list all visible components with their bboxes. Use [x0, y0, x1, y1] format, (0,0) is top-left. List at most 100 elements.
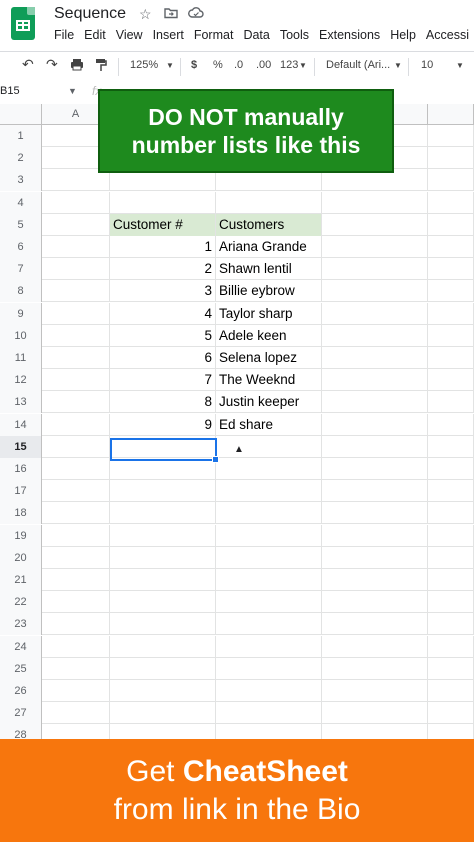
star-icon[interactable]: ☆	[139, 6, 152, 23]
decrease-decimal-button[interactable]: .0	[234, 59, 243, 71]
table-cell[interactable]	[216, 591, 322, 614]
table-cell[interactable]	[428, 236, 474, 258]
row-number[interactable]: 23	[0, 613, 42, 636]
row-number[interactable]: 18	[0, 502, 42, 525]
customer-name-cell[interactable]: Ed share	[216, 413, 322, 436]
table-cell[interactable]	[110, 524, 216, 547]
table-cell[interactable]	[110, 458, 216, 480]
row-number[interactable]: 2	[0, 147, 42, 170]
column-header[interactable]	[428, 104, 474, 125]
table-cell[interactable]	[428, 369, 474, 392]
table-cell[interactable]	[428, 613, 474, 636]
font-chevron-down-icon[interactable]: ▼	[394, 61, 402, 70]
customer-name-cell[interactable]: Shawn lentil	[216, 258, 322, 281]
customer-number-cell[interactable]: 1	[110, 236, 216, 258]
increase-decimal-button[interactable]: .00	[256, 59, 271, 71]
menu-file[interactable]: File	[54, 28, 74, 42]
table-cell[interactable]	[322, 258, 428, 281]
table-cell[interactable]	[428, 280, 474, 303]
table-cell[interactable]	[428, 302, 474, 325]
table-cell[interactable]	[428, 502, 474, 525]
row-number[interactable]: 1	[0, 125, 42, 147]
table-cell[interactable]	[322, 236, 428, 258]
table-cell[interactable]	[428, 347, 474, 369]
table-cell[interactable]	[110, 191, 216, 214]
table-cell[interactable]	[428, 591, 474, 614]
font-size-select[interactable]: 10	[421, 59, 433, 71]
table-cell[interactable]	[110, 657, 216, 680]
customer-number-cell[interactable]: 2	[110, 258, 216, 281]
move-folder-icon[interactable]	[164, 6, 178, 22]
table-cell[interactable]	[322, 324, 428, 347]
menu-data[interactable]: Data	[243, 28, 269, 42]
table-cell[interactable]	[110, 613, 216, 636]
row-number[interactable]: 12	[0, 369, 42, 392]
menu-help[interactable]: Help	[390, 28, 416, 42]
header-customer-number[interactable]: Customer #	[110, 213, 216, 236]
row-number[interactable]: 22	[0, 591, 42, 614]
table-cell[interactable]	[322, 680, 428, 702]
row-number[interactable]: 6	[0, 236, 42, 258]
customer-number-cell[interactable]: 5	[110, 324, 216, 347]
customer-name-cell[interactable]: Selena lopez	[216, 347, 322, 369]
table-cell[interactable]	[42, 480, 110, 503]
name-box[interactable]: B15	[0, 85, 20, 97]
row-number[interactable]: 27	[0, 702, 42, 725]
table-cell[interactable]	[428, 191, 474, 214]
table-cell[interactable]	[42, 213, 110, 236]
table-cell[interactable]	[42, 280, 110, 303]
table-cell[interactable]	[42, 413, 110, 436]
table-cell[interactable]	[42, 458, 110, 480]
table-cell[interactable]	[428, 324, 474, 347]
zoom-chevron-down-icon[interactable]: ▼	[166, 61, 174, 70]
table-cell[interactable]	[42, 258, 110, 281]
undo-icon[interactable]: ↶	[22, 56, 34, 73]
cloud-status-icon[interactable]	[188, 6, 204, 22]
table-cell[interactable]	[42, 236, 110, 258]
row-number[interactable]: 3	[0, 169, 42, 192]
row-number[interactable]: 26	[0, 680, 42, 702]
currency-format-button[interactable]: $	[191, 59, 197, 71]
table-cell[interactable]	[42, 613, 110, 636]
customer-name-cell[interactable]: Adele keen	[216, 324, 322, 347]
table-cell[interactable]	[216, 657, 322, 680]
font-select[interactable]: Default (Ari...	[326, 59, 390, 71]
customer-number-cell[interactable]: 9	[110, 413, 216, 436]
active-cell-selection[interactable]	[110, 438, 219, 463]
table-cell[interactable]	[322, 591, 428, 614]
row-number[interactable]: 8	[0, 280, 42, 303]
row-number[interactable]: 15	[0, 435, 42, 458]
row-number[interactable]: 14	[0, 413, 42, 436]
row-number[interactable]: 5	[0, 213, 42, 236]
menu-edit[interactable]: Edit	[84, 28, 106, 42]
menu-extensions[interactable]: Extensions	[319, 28, 380, 42]
menu-insert[interactable]: Insert	[153, 28, 184, 42]
table-cell[interactable]	[42, 591, 110, 614]
customer-number-cell[interactable]: 8	[110, 391, 216, 414]
table-cell[interactable]	[216, 613, 322, 636]
paint-format-icon[interactable]	[95, 58, 107, 75]
table-cell[interactable]	[428, 524, 474, 547]
table-cell[interactable]	[428, 680, 474, 702]
zoom-select[interactable]: 125%	[130, 59, 158, 71]
row-number[interactable]: 11	[0, 347, 42, 369]
table-cell[interactable]	[42, 302, 110, 325]
customer-name-cell[interactable]: Billie eybrow	[216, 280, 322, 303]
row-number[interactable]: 10	[0, 324, 42, 347]
row-number[interactable]: 7	[0, 258, 42, 281]
row-number[interactable]: 24	[0, 635, 42, 658]
row-number[interactable]: 25	[0, 657, 42, 680]
select-all-corner[interactable]	[0, 104, 42, 125]
menu-tools[interactable]: Tools	[280, 28, 309, 42]
table-cell[interactable]	[42, 657, 110, 680]
table-cell[interactable]	[428, 546, 474, 569]
table-cell[interactable]	[216, 635, 322, 658]
table-cell[interactable]	[42, 524, 110, 547]
menu-format[interactable]: Format	[194, 28, 234, 42]
row-number[interactable]: 13	[0, 391, 42, 414]
table-cell[interactable]	[428, 569, 474, 591]
table-cell[interactable]	[428, 391, 474, 414]
table-cell[interactable]	[216, 191, 322, 214]
table-cell[interactable]	[216, 680, 322, 702]
table-cell[interactable]	[322, 569, 428, 591]
